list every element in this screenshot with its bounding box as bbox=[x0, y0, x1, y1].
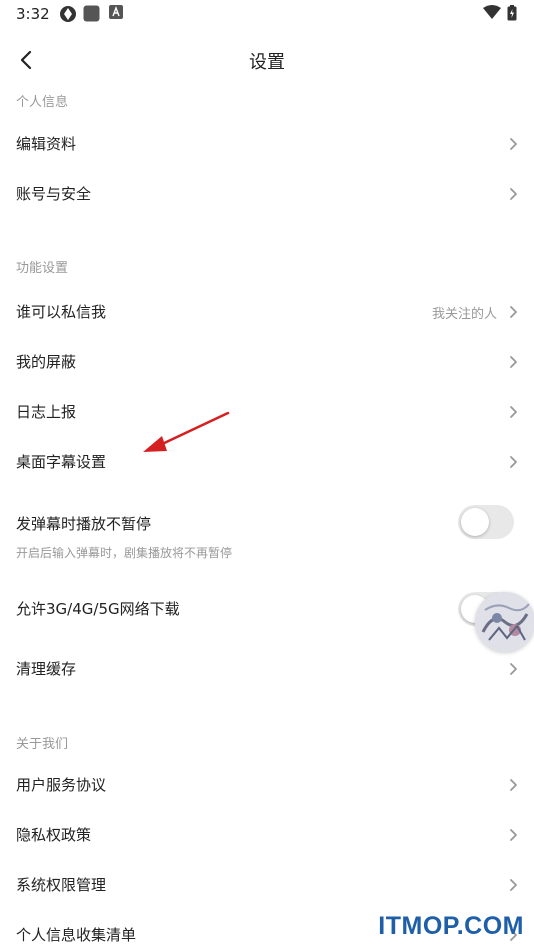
row-hint: 开启后输入弹幕时，剧集播放将不再暂停 bbox=[16, 546, 233, 560]
section-title-personal: 个人信息 bbox=[16, 95, 69, 110]
chevron-right-icon bbox=[510, 663, 517, 675]
row-mobile-network-download: 允许3G/4G/5G网络下载 bbox=[0, 584, 534, 634]
row-value: 我关注的人 bbox=[431, 307, 497, 322]
row-clear-cache[interactable]: 清理缓存 bbox=[0, 644, 534, 694]
row-label: 谁可以私信我 bbox=[16, 303, 107, 321]
row-desktop-subtitle[interactable]: 桌面字幕设置 bbox=[0, 437, 534, 487]
row-edit-profile[interactable]: 编辑资料 bbox=[0, 119, 534, 169]
row-system-permissions[interactable]: 系统权限管理 bbox=[0, 860, 534, 910]
row-account-security[interactable]: 账号与安全 bbox=[0, 169, 534, 219]
section-title-about: 关于我们 bbox=[16, 737, 69, 752]
status-time: 3:32 bbox=[16, 5, 50, 23]
watermark-logo: ITMOP.COM bbox=[378, 912, 524, 940]
thumbnail-image bbox=[475, 592, 534, 652]
row-label: 允许3G/4G/5G网络下载 bbox=[16, 600, 180, 618]
row-label: 系统权限管理 bbox=[16, 876, 107, 894]
chevron-right-icon bbox=[510, 188, 517, 200]
row-label: 发弹幕时播放不暂停 bbox=[16, 515, 152, 533]
row-label: 我的屏蔽 bbox=[16, 353, 77, 371]
chevron-right-icon bbox=[510, 306, 517, 318]
row-log-report[interactable]: 日志上报 bbox=[0, 387, 534, 437]
chevron-right-icon bbox=[510, 779, 517, 791]
chevron-right-icon bbox=[510, 829, 517, 841]
wifi-icon bbox=[483, 5, 501, 19]
row-label: 桌面字幕设置 bbox=[16, 453, 107, 471]
status-bar: 3:32 bbox=[0, 0, 534, 28]
chevron-right-icon bbox=[510, 138, 517, 150]
battery-charging-icon bbox=[507, 5, 517, 21]
square-app-icon bbox=[83, 5, 100, 22]
row-label: 日志上报 bbox=[16, 403, 77, 421]
chevron-right-icon bbox=[510, 356, 517, 368]
row-label: 用户服务协议 bbox=[16, 776, 107, 794]
chevron-right-icon bbox=[510, 879, 517, 891]
row-danmaku-no-pause: 发弹幕时播放不暂停 开启后输入弹幕时，剧集播放将不再暂停 bbox=[0, 497, 534, 567]
danmaku-toggle-switch[interactable] bbox=[458, 505, 514, 539]
toggle-knob bbox=[461, 508, 489, 536]
row-my-blocklist[interactable]: 我的屏蔽 bbox=[0, 337, 534, 387]
row-privacy-policy[interactable]: 隐私权政策 bbox=[0, 810, 534, 860]
row-user-agreement[interactable]: 用户服务协议 bbox=[0, 760, 534, 810]
row-label: 账号与安全 bbox=[16, 185, 92, 203]
nav-bar: 设置 bbox=[0, 38, 534, 82]
row-label: 个人信息收集清单 bbox=[16, 926, 137, 944]
floating-player-thumbnail[interactable] bbox=[475, 592, 534, 652]
section-title-function: 功能设置 bbox=[16, 261, 69, 276]
row-label: 编辑资料 bbox=[16, 135, 77, 153]
page-title: 设置 bbox=[249, 52, 285, 73]
settings-app-icon bbox=[59, 5, 77, 23]
chevron-right-icon bbox=[510, 406, 517, 418]
row-who-can-message[interactable]: 谁可以私信我 我关注的人 bbox=[0, 287, 534, 337]
a-app-icon bbox=[109, 5, 123, 19]
chevron-right-icon bbox=[510, 456, 517, 468]
row-label: 隐私权政策 bbox=[16, 826, 92, 844]
row-label: 清理缓存 bbox=[16, 660, 77, 678]
